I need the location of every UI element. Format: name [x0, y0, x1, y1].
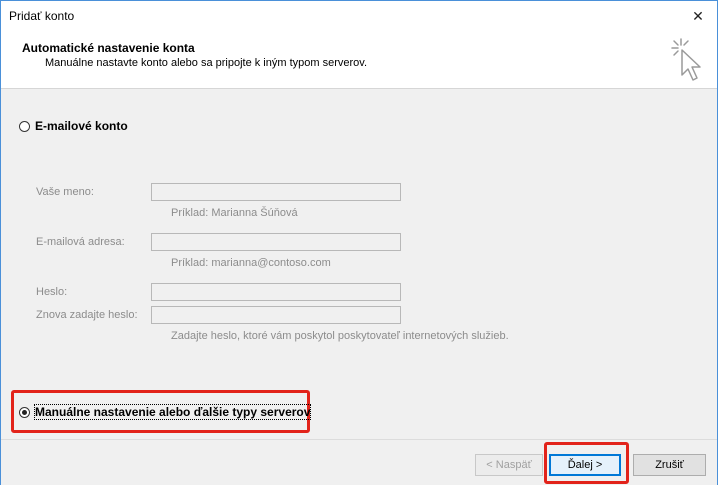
close-icon[interactable]: ✕: [685, 4, 711, 28]
manual-setup-radio[interactable]: [19, 406, 30, 418]
dialog-header: Automatické nastavenie konta Manuálne na…: [1, 31, 717, 89]
manual-setup-option[interactable]: Manuálne nastavenie alebo ďalšie typy se…: [19, 404, 312, 420]
name-input: [151, 183, 401, 201]
name-label: Vaše meno:: [36, 186, 94, 198]
header-subtitle: Manuálne nastavte konto alebo sa pripojt…: [45, 57, 368, 69]
wizard-cursor-icon: [671, 38, 701, 81]
name-hint: Príklad: Marianna Šúňová: [171, 207, 298, 219]
dialog-content: E-mailové konto Vaše meno: Príklad: Mari…: [1, 89, 717, 439]
email-account-label: E-mailové konto: [35, 119, 128, 133]
back-button[interactable]: < Naspäť: [475, 454, 543, 476]
retype-password-label: Znova zadajte heslo:: [36, 309, 138, 321]
password-hint: Zadajte heslo, ktoré vám poskytol poskyt…: [171, 330, 509, 342]
password-label: Heslo:: [36, 286, 68, 298]
email-account-option[interactable]: E-mailové konto: [19, 119, 128, 133]
retype-password-input: [151, 306, 401, 324]
title-bar: Pridať konto ✕: [1, 1, 717, 31]
cancel-button[interactable]: Zrušiť: [633, 454, 706, 476]
email-hint: Príklad: marianna@contoso.com: [171, 257, 331, 269]
email-input: [151, 233, 401, 251]
dialog-footer: < Naspäť Ďalej > Zrušiť: [1, 439, 717, 485]
next-button[interactable]: Ďalej >: [549, 454, 621, 476]
manual-setup-label: Manuálne nastavenie alebo ďalšie typy se…: [33, 404, 312, 420]
email-label: E-mailová adresa:: [36, 236, 125, 248]
email-account-radio[interactable]: [19, 120, 30, 132]
add-account-dialog: Pridať konto ✕ Automatické nastavenie ko…: [0, 0, 718, 485]
header-title: Automatické nastavenie konta: [22, 41, 195, 55]
password-input: [151, 283, 401, 301]
window-title: Pridať konto: [9, 9, 75, 23]
